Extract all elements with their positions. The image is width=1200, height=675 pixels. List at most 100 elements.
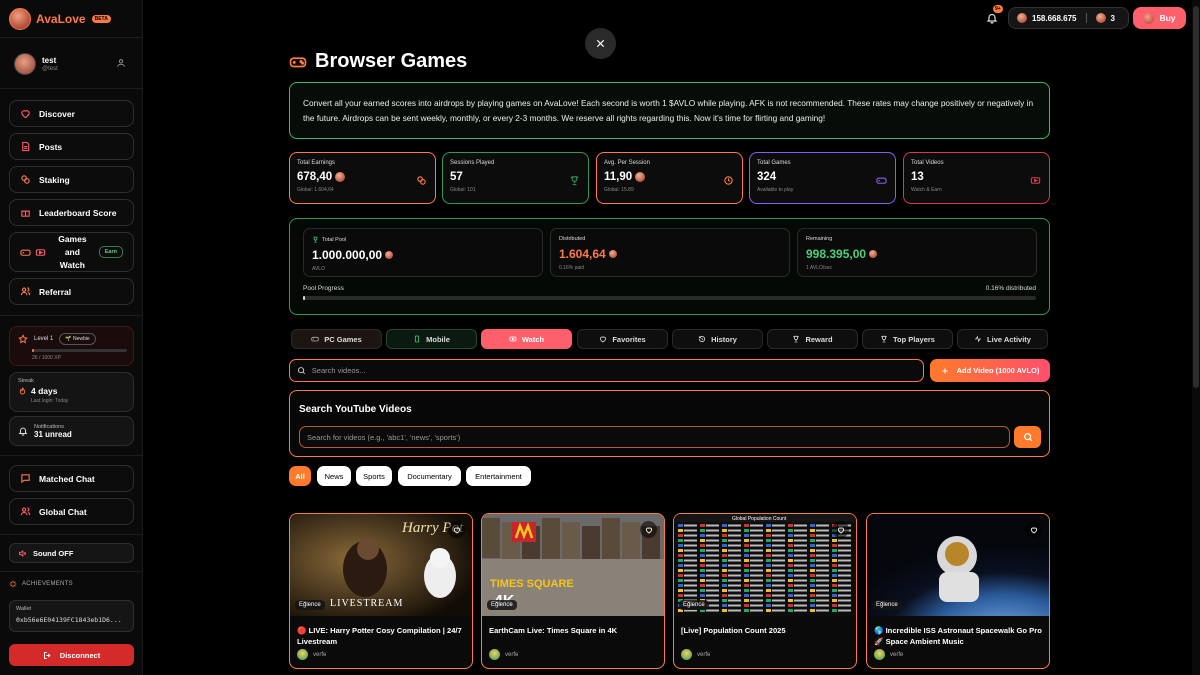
nav-games-and-watch[interactable]: Games and Watch Earn bbox=[9, 232, 134, 272]
search-input[interactable] bbox=[311, 366, 923, 375]
buy-button[interactable]: Buy bbox=[1133, 7, 1186, 29]
divider bbox=[0, 455, 143, 456]
sound-toggle[interactable]: Sound OFF bbox=[9, 543, 134, 563]
nav-label: Matched Chat bbox=[39, 473, 95, 484]
heart-icon bbox=[600, 336, 607, 343]
category-chip-news[interactable]: News bbox=[317, 466, 351, 486]
pool-box: Total Pool 1.000.000,00 AVLO Distributed… bbox=[289, 218, 1050, 315]
favorite-button[interactable] bbox=[448, 521, 465, 538]
video-uploader[interactable]: verfe bbox=[297, 649, 326, 660]
video-title[interactable]: [Live] Population Count 2025 bbox=[681, 625, 851, 636]
add-video-button[interactable]: Add Video (1000 AVLO) bbox=[930, 359, 1050, 382]
achievements-header[interactable]: ACHIEVEMENTS bbox=[9, 580, 73, 588]
youtube-search-field[interactable] bbox=[299, 426, 1010, 448]
favorite-button[interactable] bbox=[640, 521, 657, 538]
flame-icon bbox=[19, 387, 26, 395]
profile-icon[interactable] bbox=[116, 58, 126, 68]
video-title[interactable]: EarthCam Live: Times Square in 4K bbox=[489, 625, 659, 636]
pool-remaining-value: 998.395,00 bbox=[806, 247, 867, 261]
video-card[interactable]: Global Population Count Eğlence [Live] Pop… bbox=[673, 513, 857, 669]
pool-progress-fill bbox=[303, 296, 306, 300]
sparkle-icon bbox=[9, 580, 17, 588]
stat-label: Total Earnings bbox=[297, 160, 336, 166]
tab-label: Favorites bbox=[612, 334, 646, 344]
nav-label: Leaderboard Score bbox=[39, 207, 117, 218]
nav-discover[interactable]: Discover bbox=[9, 100, 134, 127]
stat-value-row: 11,90 bbox=[604, 171, 735, 183]
nav-leaderboard[interactable]: Leaderboard Score bbox=[9, 199, 134, 226]
stat-label: Total Videos bbox=[911, 160, 944, 166]
tab-live-activity[interactable]: Live Activity bbox=[957, 329, 1048, 349]
notifications-card[interactable]: Notifications 31 unread bbox=[9, 416, 134, 446]
nav-referral[interactable]: Referral bbox=[9, 278, 134, 305]
tab-favorites[interactable]: Favorites bbox=[577, 329, 668, 349]
nav-label: Staking bbox=[39, 174, 70, 185]
user-profile[interactable]: test @test bbox=[14, 53, 58, 75]
heart-icon bbox=[21, 110, 30, 119]
favorite-button[interactable] bbox=[1025, 521, 1042, 538]
stat-value-row: 678,40 bbox=[297, 171, 428, 183]
video-card[interactable]: Eğlence 🌎 Incredible ISS Astronaut Spacew… bbox=[866, 513, 1050, 669]
chat-icon bbox=[21, 474, 30, 484]
pool-total-sub: AVLO bbox=[312, 266, 325, 272]
tab-pc-games[interactable]: PC Games bbox=[291, 329, 382, 349]
divider bbox=[0, 315, 143, 316]
category-chip-entertainment[interactable]: Entertainment bbox=[466, 466, 531, 486]
tab-mobile[interactable]: Mobile bbox=[386, 329, 477, 349]
nav-posts[interactable]: Posts bbox=[9, 133, 134, 160]
bell-icon[interactable] bbox=[986, 12, 998, 24]
pool-distributed-value: 1.604,64 bbox=[559, 247, 606, 261]
favorite-button[interactable] bbox=[832, 521, 849, 538]
brand-logo bbox=[9, 8, 31, 30]
level-card[interactable]: Level 1 🌱 Newbie 26 / 1000 XP bbox=[9, 326, 134, 366]
tab-reward[interactable]: Reward bbox=[767, 329, 858, 349]
video-uploader[interactable]: verfe bbox=[681, 649, 710, 660]
trophy-icon bbox=[570, 176, 579, 186]
stat-label: Avg. Per Session bbox=[604, 160, 650, 166]
tab-label: Live Activity bbox=[987, 334, 1031, 344]
close-button[interactable] bbox=[585, 28, 616, 59]
category-tag: Eğlence bbox=[487, 600, 517, 610]
document-icon bbox=[22, 141, 30, 152]
video-card[interactable]: TIMES SQUARE4KEğlenceEarthCam Live: Time… bbox=[481, 513, 665, 669]
trophy-icon bbox=[313, 236, 318, 243]
avlo-coin-icon bbox=[1143, 12, 1155, 24]
uploader-avatar bbox=[297, 649, 308, 660]
scrollbar-thumb[interactable] bbox=[1193, 6, 1199, 388]
tab-history[interactable]: History bbox=[672, 329, 763, 349]
rank-badge: 🌱 Newbie bbox=[59, 333, 96, 345]
video-card[interactable]: Harry Pot LIVESTREAM Eğlence 🔴 LIVE: Harry … bbox=[289, 513, 473, 669]
add-video-label: Add Video (1000 AVLO) bbox=[956, 366, 1040, 375]
nav-matched-chat[interactable]: Matched Chat bbox=[9, 465, 134, 492]
nav-label: Games and Watch bbox=[58, 233, 87, 270]
users-icon bbox=[20, 507, 31, 516]
youtube-search-button[interactable] bbox=[1014, 426, 1041, 448]
youtube-search-input[interactable] bbox=[307, 432, 1009, 442]
video-title[interactable]: 🔴 LIVE: Harry Potter Cosy Compilation | … bbox=[297, 625, 467, 647]
nav-staking[interactable]: Staking bbox=[9, 166, 134, 193]
brand[interactable]: AvaLove BETA bbox=[9, 8, 111, 30]
trophy-icon bbox=[881, 335, 887, 343]
video-title[interactable]: 🌎 Incredible ISS Astronaut Spacewalk Go … bbox=[874, 625, 1044, 647]
thumbnail-text: TIMES SQUARE bbox=[490, 578, 574, 590]
pool-progress-bar bbox=[303, 296, 1036, 300]
video-uploader[interactable]: verfe bbox=[489, 649, 518, 660]
stat-sub: Global: 101 bbox=[450, 187, 476, 193]
balance-value: 158.668.675 bbox=[1032, 13, 1077, 23]
category-chip-sports[interactable]: Sports bbox=[356, 466, 392, 486]
wallet-box[interactable]: Wallet 0xb56e6E04139FC1843eb1D6... bbox=[9, 600, 134, 632]
category-chip-all[interactable]: All bbox=[289, 466, 311, 486]
category-chip-documentary[interactable]: Documentary bbox=[398, 466, 461, 486]
tab-top-players[interactable]: Top Players bbox=[862, 329, 953, 349]
stat-icon bbox=[569, 173, 580, 186]
scrollbar[interactable] bbox=[1192, 0, 1200, 675]
tab-watch[interactable]: Watch bbox=[481, 329, 572, 349]
nav-label: Global Chat bbox=[39, 506, 87, 517]
disconnect-button[interactable]: Disconnect bbox=[9, 644, 134, 666]
video-search[interactable] bbox=[289, 359, 924, 382]
balance-box[interactable]: 158.668.675 3 bbox=[1008, 7, 1129, 29]
video-uploader[interactable]: verfe bbox=[874, 649, 903, 660]
user-handle: @test bbox=[42, 66, 58, 72]
token-coin-icon bbox=[1095, 13, 1106, 23]
nav-global-chat[interactable]: Global Chat bbox=[9, 498, 134, 525]
